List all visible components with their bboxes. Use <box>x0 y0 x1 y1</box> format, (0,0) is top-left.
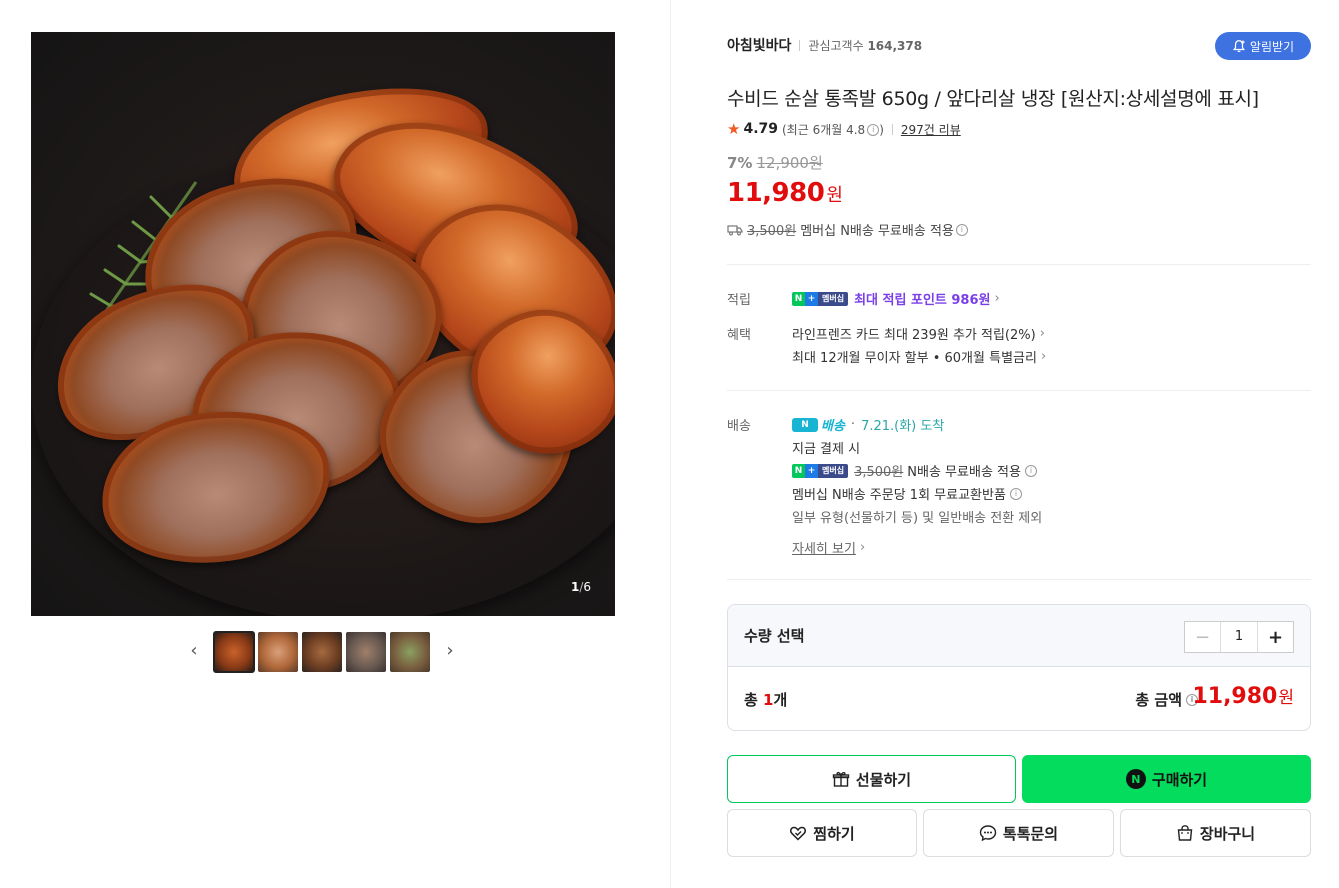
quantity-stepper[interactable]: − 1 + <box>1184 621 1294 653</box>
chevron-right-icon: › <box>1039 326 1045 341</box>
rating-recent: (최근 6개월 4.8 i) <box>782 122 884 137</box>
benefit-installment-row[interactable]: 최대 12개월 무이자 할부 • 60개월 특별금리 › <box>792 347 1046 366</box>
naver-membership-badge: N + 멤버십 <box>792 463 849 478</box>
cart-button[interactable]: 장바구니 <box>1120 809 1311 857</box>
thumbnail-strip: ‹ › <box>31 630 615 674</box>
total-count: 총 1개 <box>744 691 788 709</box>
divider <box>727 579 1311 580</box>
product-main-image[interactable]: 1/6 <box>31 32 615 616</box>
separator <box>891 123 893 135</box>
info-icon[interactable]: i <box>1024 464 1037 477</box>
wish-button[interactable]: 찜하기 <box>727 809 917 857</box>
benefit-label: 혜택 <box>727 328 751 343</box>
discount-percent: 7% <box>727 153 753 172</box>
delivery-fee-original: 3,500원 <box>854 465 904 480</box>
naver-membership-badge: N + 멤버십 <box>792 291 849 306</box>
store-fans: 관심고객수 164,378 <box>808 38 923 53</box>
gift-icon <box>832 772 850 787</box>
total-amount: 11,980 원 <box>1192 684 1294 709</box>
shopping-bag-icon <box>1177 825 1193 841</box>
minus-button[interactable]: − <box>1185 622 1221 652</box>
image-counter: 1/6 <box>570 580 591 594</box>
buy-label: 구매하기 <box>1151 770 1208 789</box>
thumbnail-5[interactable] <box>390 632 430 672</box>
quantity-label: 수량 선택 <box>744 627 805 645</box>
separator <box>799 39 801 51</box>
chevron-right-icon: › <box>994 291 1000 306</box>
alarm-button[interactable]: 알림받기 <box>1215 32 1311 60</box>
delivery-label: 배송 <box>727 419 751 434</box>
prev-thumbnail-arrow[interactable]: ‹ <box>187 640 201 662</box>
wish-label: 찜하기 <box>813 824 855 843</box>
delivery-arrival-row: N 배송 · 7.21.(화) 도착 <box>792 415 944 434</box>
thumbnail-3[interactable] <box>302 632 342 672</box>
shipping-summary: 3,500원 멤버십 N배송 무료배송 적용 i <box>727 220 968 239</box>
points-text: 최대 적립 포인트 986원 <box>854 293 991 308</box>
rating-score: 4.79 <box>743 121 778 137</box>
pay-now-row: 지금 결제 시 <box>792 442 861 457</box>
sale-price: 11,980 원 <box>727 178 843 208</box>
star-icon: ★ <box>727 120 741 138</box>
divider <box>727 264 1311 265</box>
thumbnail-2[interactable] <box>258 632 298 672</box>
divider <box>727 390 1311 391</box>
exchange-row: 멤버십 N배송 주문당 1회 무료교환반품 i <box>792 484 1022 503</box>
column-divider <box>670 0 671 888</box>
discount-row: 7% 12,900원 <box>727 152 823 173</box>
naver-n-icon: N <box>1125 769 1146 789</box>
buy-button[interactable]: N 구매하기 <box>1022 755 1311 803</box>
delivery-fee-text: N배송 무료배송 적용 <box>907 465 1021 480</box>
chevron-right-icon: › <box>859 540 866 555</box>
store-name[interactable]: 아침빛바다 <box>727 35 791 55</box>
gift-button[interactable]: 선물하기 <box>727 755 1016 803</box>
n-delivery-badge: N 배송 <box>792 415 845 434</box>
points-row[interactable]: N + 멤버십 최대 적립 포인트 986원 › <box>792 289 1000 308</box>
thumbnail-1[interactable] <box>213 631 255 673</box>
quantity-box: 수량 선택 − 1 + 총 1개 총 금액 i 11,980 원 <box>727 604 1311 731</box>
detail-link[interactable]: 자세히 보기 › <box>792 538 865 557</box>
bell-plus-icon <box>1232 40 1245 53</box>
arrival-date: 7.21.(화) 도착 <box>861 419 945 434</box>
delivery-fee-row: N + 멤버십 3,500원 N배송 무료배송 적용 i <box>792 461 1037 480</box>
gift-label: 선물하기 <box>855 770 912 789</box>
shipping-fee-original: 3,500원 <box>747 224 797 239</box>
talktalk-button[interactable]: 톡톡문의 <box>923 809 1114 857</box>
reviews-link[interactable]: 297건 리뷰 <box>901 121 961 138</box>
shipping-text: 멤버십 N배송 무료배송 적용 <box>800 224 954 239</box>
info-icon[interactable]: i <box>955 223 968 236</box>
chat-bubble-icon <box>979 825 997 842</box>
rating-row: ★ 4.79 (최근 6개월 4.8 i) 297건 리뷰 <box>727 120 961 138</box>
plus-button[interactable]: + <box>1257 622 1293 652</box>
info-icon[interactable]: i <box>867 124 880 136</box>
alarm-label: 알림받기 <box>1249 39 1295 54</box>
store-info: 아침빛바다 관심고객수 164,378 <box>727 34 922 56</box>
original-price: 12,900원 <box>756 154 823 172</box>
product-title: 수비드 순살 통족발 650g / 앞다리살 냉장 [원산지:상세설명에 표시] <box>727 88 1259 110</box>
benefit-card-text: 라인프렌즈 카드 최대 239원 추가 적립(2%) <box>792 328 1036 343</box>
cart-label: 장바구니 <box>1199 824 1256 843</box>
exclude-row: 일부 유형(선물하기 등) 및 일반배송 전환 제외 <box>792 511 1043 526</box>
heart-icon <box>790 826 807 841</box>
points-label: 적립 <box>727 293 751 308</box>
chevron-right-icon: › <box>1040 349 1047 364</box>
info-icon[interactable]: i <box>1009 487 1022 500</box>
n-delivery-icon: N <box>792 417 818 432</box>
thumbnail-4[interactable] <box>346 632 386 672</box>
next-thumbnail-arrow[interactable]: › <box>443 640 457 662</box>
benefit-card-row[interactable]: 라인프렌즈 카드 최대 239원 추가 적립(2%) › <box>792 324 1045 343</box>
talktalk-label: 톡톡문의 <box>1002 824 1059 843</box>
product-gallery: 1/6 <box>31 32 615 616</box>
total-amount-label: 총 금액 i <box>1135 689 1198 710</box>
truck-icon <box>727 224 743 235</box>
benefit-installment-text: 최대 12개월 무이자 할부 • 60개월 특별금리 <box>792 351 1037 366</box>
quantity-value[interactable]: 1 <box>1221 622 1257 652</box>
